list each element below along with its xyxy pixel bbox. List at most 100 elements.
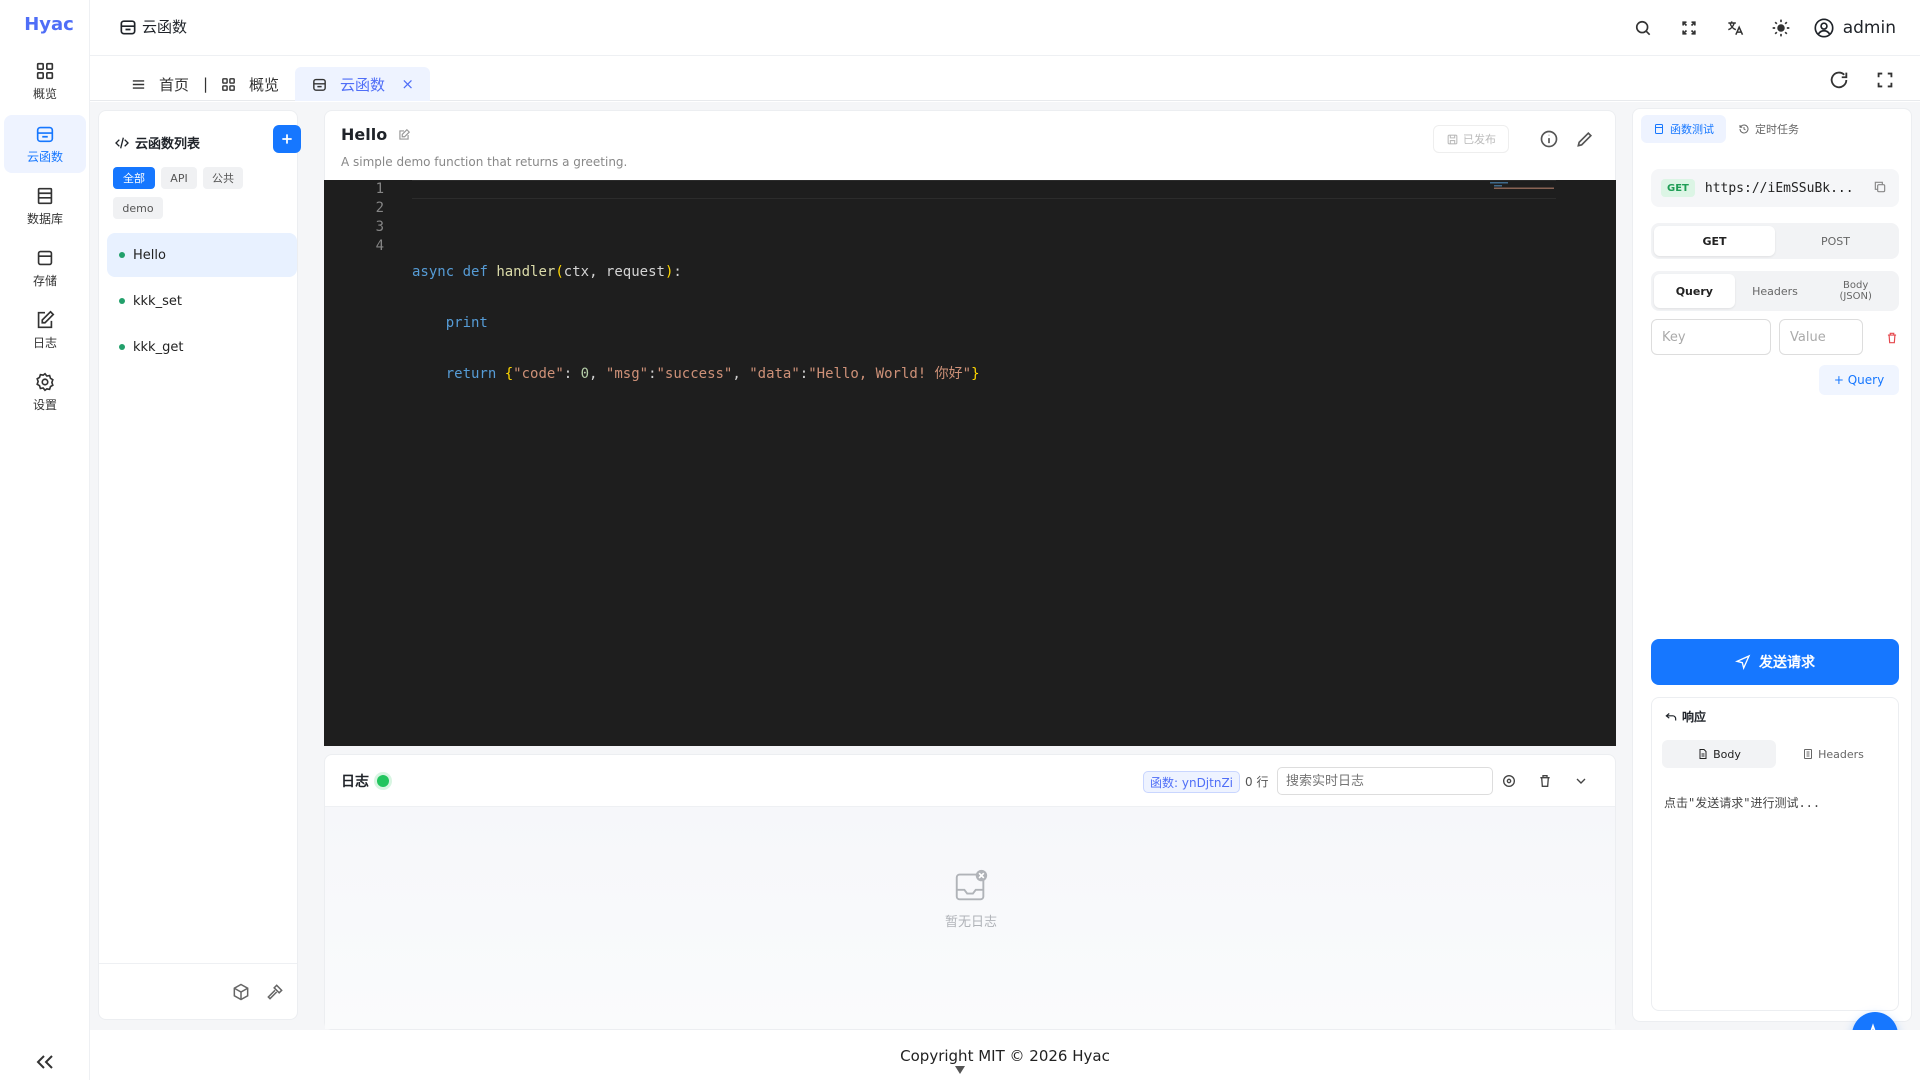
- function-item-kkk-get[interactable]: kkk_get: [107, 325, 297, 369]
- publish-status-button[interactable]: 已发布: [1433, 125, 1509, 153]
- tab-divider: |: [203, 75, 209, 93]
- maximize-icon[interactable]: [1874, 69, 1896, 91]
- send-request-button[interactable]: 发送请求: [1651, 639, 1899, 685]
- function-name: kkk_get: [133, 339, 184, 355]
- response-hint: 点击"发送请求"进行测试...: [1664, 796, 1821, 810]
- search-icon[interactable]: [1629, 14, 1657, 42]
- sidebar-item-label: 概览: [32, 87, 57, 101]
- sidebar-item-settings[interactable]: 设置: [4, 363, 86, 421]
- live-status-dot: [377, 775, 389, 787]
- code-token: "code": [513, 366, 564, 382]
- package-icon[interactable]: [231, 982, 251, 1002]
- code-token: }: [971, 366, 980, 382]
- filter-api[interactable]: API: [161, 167, 197, 189]
- function-title: Hello: [341, 125, 411, 144]
- fullscreen-icon[interactable]: [1675, 14, 1703, 42]
- log-title: 日志: [341, 771, 389, 791]
- add-function-button[interactable]: [273, 125, 301, 153]
- status-dot: [119, 252, 125, 258]
- function-list-title: 云函数列表: [114, 133, 200, 152]
- plus-icon: [282, 134, 292, 144]
- save-icon: [1447, 134, 1458, 144]
- refresh-icon[interactable]: [1828, 69, 1850, 91]
- code-content[interactable]: async def handler(ctx, request): print r…: [412, 180, 1556, 416]
- method-get-button[interactable]: GET: [1654, 226, 1775, 256]
- tab-query[interactable]: Query: [1654, 274, 1735, 308]
- query-value-input[interactable]: Value: [1779, 319, 1863, 355]
- tab-cloud-function[interactable]: 云函数 ×: [295, 67, 430, 101]
- sidebar-item-label: 日志: [32, 336, 57, 350]
- tab-function-test[interactable]: 函数测试: [1641, 115, 1726, 143]
- sidebar-item-label: 设置: [32, 398, 57, 412]
- translate-icon[interactable]: [1721, 14, 1749, 42]
- filter-all[interactable]: 全部: [113, 167, 155, 189]
- theme-sun-icon[interactable]: [1767, 14, 1795, 42]
- method-post-button[interactable]: POST: [1775, 226, 1896, 256]
- tab-overview[interactable]: 概览: [220, 67, 279, 101]
- log-row-count: 0 行: [1245, 775, 1269, 789]
- chevron-down-icon[interactable]: [1573, 773, 1589, 789]
- sidebar-item-label: 云函数: [26, 150, 63, 164]
- tab-body-json[interactable]: Body (JSON): [1815, 274, 1896, 308]
- sidebar-item-storage[interactable]: 存储: [4, 239, 86, 297]
- function-item-hello[interactable]: Hello: [107, 233, 297, 277]
- tab-home[interactable]: 首页 |: [130, 67, 208, 101]
- function-name: Hello: [133, 247, 166, 263]
- code-token: def: [462, 264, 488, 280]
- status-dot: [119, 298, 125, 304]
- collapse-sidebar-icon[interactable]: [33, 1050, 57, 1074]
- log-edit-icon: [37, 310, 55, 329]
- close-tab-icon[interactable]: ×: [401, 75, 414, 93]
- code-token: handler: [496, 264, 556, 280]
- log-panel: 日志 函数: ynDjtnZi 0 行 暂无日志: [324, 754, 1616, 1030]
- copy-icon[interactable]: [1873, 180, 1887, 194]
- info-icon[interactable]: [1539, 129, 1559, 149]
- response-tab-headers[interactable]: Headers: [1776, 740, 1890, 768]
- menu-icon: [132, 79, 145, 89]
- code-icon: [115, 137, 129, 148]
- response-title: 响应: [1664, 708, 1706, 725]
- code-token: :: [648, 366, 657, 382]
- sidebar-item-overview[interactable]: 概览: [4, 52, 86, 110]
- function-filter-tag[interactable]: 函数: ynDjtnZi: [1143, 771, 1241, 793]
- code-token: {: [504, 366, 514, 382]
- sidebar-item-logs[interactable]: 日志: [4, 301, 86, 359]
- param-tabs: Query Headers Body (JSON): [1651, 271, 1899, 311]
- tab-label: 首页: [159, 75, 190, 94]
- edit-icon[interactable]: [397, 128, 411, 142]
- code-token: ,: [732, 366, 750, 382]
- function-item-kkk-set[interactable]: kkk_set: [107, 279, 297, 323]
- line-number: 1: [375, 181, 384, 197]
- filter-public[interactable]: 公共: [203, 167, 243, 189]
- chevron-down-icon[interactable]: [954, 1064, 966, 1076]
- tab-label: Body: [1713, 747, 1741, 761]
- tab-scheduled-task[interactable]: 定时任务: [1726, 115, 1811, 143]
- user-menu[interactable]: admin: [1813, 17, 1896, 39]
- tab-headers[interactable]: Headers: [1735, 274, 1816, 308]
- code-line-4: return {"code": 0, "msg":"success", "dat…: [412, 365, 1556, 384]
- delete-icon[interactable]: [1537, 773, 1553, 789]
- add-query-button[interactable]: + Query: [1819, 365, 1899, 395]
- sidebar-item-database[interactable]: 数据库: [4, 177, 86, 235]
- app-logo[interactable]: Hyac: [0, 14, 98, 35]
- method-selector: GET POST: [1651, 223, 1899, 259]
- sidebar-item-cloud-function[interactable]: 云函数: [4, 115, 86, 173]
- request-url[interactable]: https://iEmSSuBk...: [1705, 181, 1854, 196]
- log-search-input[interactable]: [1277, 767, 1493, 795]
- hammer-icon[interactable]: [265, 982, 285, 1002]
- query-key-input[interactable]: Key: [1651, 319, 1771, 355]
- tab-label: 概览: [249, 75, 280, 94]
- code-minimap[interactable]: [1490, 182, 1560, 190]
- tab-label: 云函数: [340, 75, 386, 94]
- pencil-icon[interactable]: [1575, 129, 1595, 149]
- delete-param-icon[interactable]: [1885, 331, 1899, 345]
- filter-demo[interactable]: demo: [113, 197, 163, 219]
- log-body: 暂无日志: [325, 807, 1615, 1029]
- gear-icon: [36, 372, 54, 392]
- code-editor[interactable]: 1 2 3 4 async def handler(ctx, request):…: [324, 180, 1616, 746]
- locate-icon[interactable]: [1501, 773, 1517, 789]
- request-url-box: GET https://iEmSSuBk...: [1651, 169, 1899, 207]
- response-tab-body[interactable]: Body: [1662, 740, 1776, 768]
- code-token: :: [563, 366, 581, 382]
